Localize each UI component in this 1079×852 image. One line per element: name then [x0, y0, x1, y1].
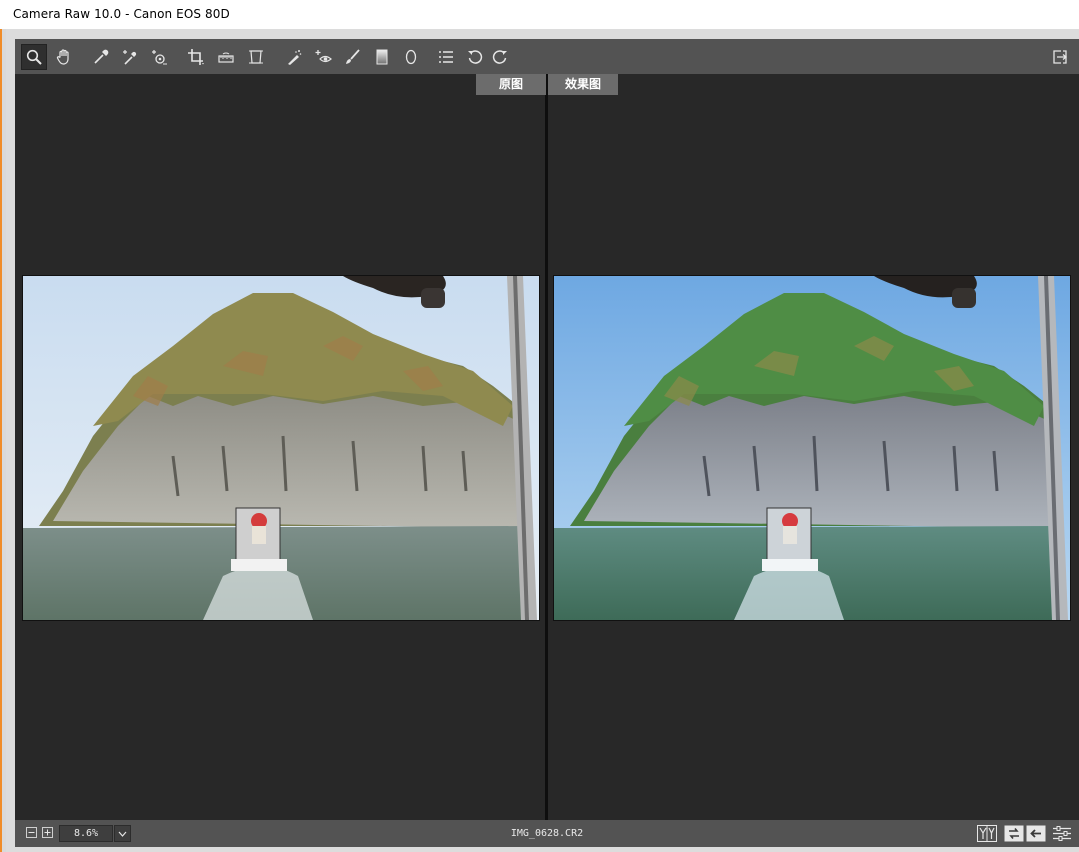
crop-tool[interactable]: [183, 44, 209, 70]
copy-settings-icon: [1026, 825, 1046, 842]
status-bar: IMG_0628.CR2 8.6%: [15, 820, 1079, 847]
before-image: [22, 275, 540, 621]
zoom-in-button[interactable]: [42, 827, 53, 838]
targeted-adjustment-tool[interactable]: [146, 44, 172, 70]
spot-removal-tool[interactable]: [281, 44, 307, 70]
preferences-button[interactable]: [433, 44, 459, 70]
list-icon: [439, 51, 453, 63]
after-image: [553, 275, 1071, 621]
rotate-ccw-icon: [468, 50, 483, 64]
chevron-down-icon: [118, 831, 127, 837]
white-balance-tool[interactable]: [88, 44, 114, 70]
zoom-tool[interactable]: [21, 44, 47, 70]
adjustment-brush-tool[interactable]: [339, 44, 365, 70]
transform-icon: [249, 50, 263, 64]
copy-settings-button[interactable]: [1026, 825, 1046, 842]
camera-raw-window: 原图 效果图 IMG_0628.CR2 8.6%: [6, 29, 1079, 852]
magnifier-icon: [26, 49, 42, 65]
swap-settings-button[interactable]: [1004, 825, 1024, 842]
toggle-settings-icon: [1053, 826, 1071, 841]
radial-filter-tool[interactable]: [398, 44, 424, 70]
fullscreen-toggle-icon: [1053, 50, 1068, 64]
before-after-mode-icon: [977, 825, 997, 842]
after-label: 效果图: [548, 74, 618, 95]
fullscreen-toggle-button[interactable]: [1047, 44, 1073, 70]
color-sampler-icon: [123, 50, 137, 65]
graduated-filter-icon: [376, 49, 388, 65]
split-divider: [545, 74, 548, 820]
before-after-mode-button[interactable]: [977, 825, 997, 842]
radial-filter-icon: [405, 49, 417, 65]
rotate-right-button[interactable]: [487, 44, 513, 70]
red-eye-icon: [315, 50, 332, 63]
hand-icon: [56, 49, 69, 65]
rotate-cw-icon: [492, 50, 507, 64]
minus-icon: [28, 832, 35, 833]
spot-removal-icon: [288, 50, 302, 65]
zoom-level-field[interactable]: 8.6%: [59, 825, 113, 842]
window-title: Camera Raw 10.0 - Canon EOS 80D: [0, 0, 1079, 29]
camera-raw-workspace: 原图 效果图 IMG_0628.CR2 8.6%: [15, 39, 1079, 847]
straighten-icon: [218, 52, 234, 63]
zoom-level-dropdown[interactable]: [114, 825, 131, 842]
color-sampler-tool[interactable]: [117, 44, 143, 70]
swap-settings-icon: [1004, 825, 1024, 842]
file-name: IMG_0628.CR2: [510, 828, 584, 839]
straighten-tool[interactable]: [213, 44, 239, 70]
hand-tool[interactable]: [51, 44, 77, 70]
red-eye-tool[interactable]: [310, 44, 336, 70]
target-adjust-icon: [152, 50, 167, 65]
before-label: 原图: [476, 74, 546, 95]
zoom-out-button[interactable]: [26, 827, 37, 838]
brush-icon: [346, 49, 360, 64]
plus-icon: [44, 829, 51, 836]
image-preview-area[interactable]: 原图 效果图: [15, 74, 1079, 820]
rotate-left-button[interactable]: [462, 44, 488, 70]
toolbar: [15, 39, 1079, 74]
graduated-filter-tool[interactable]: [369, 44, 395, 70]
eyedropper-icon: [94, 49, 109, 64]
transform-tool[interactable]: [243, 44, 269, 70]
crop-icon: [188, 49, 204, 65]
toggle-settings-button[interactable]: [1052, 825, 1072, 842]
